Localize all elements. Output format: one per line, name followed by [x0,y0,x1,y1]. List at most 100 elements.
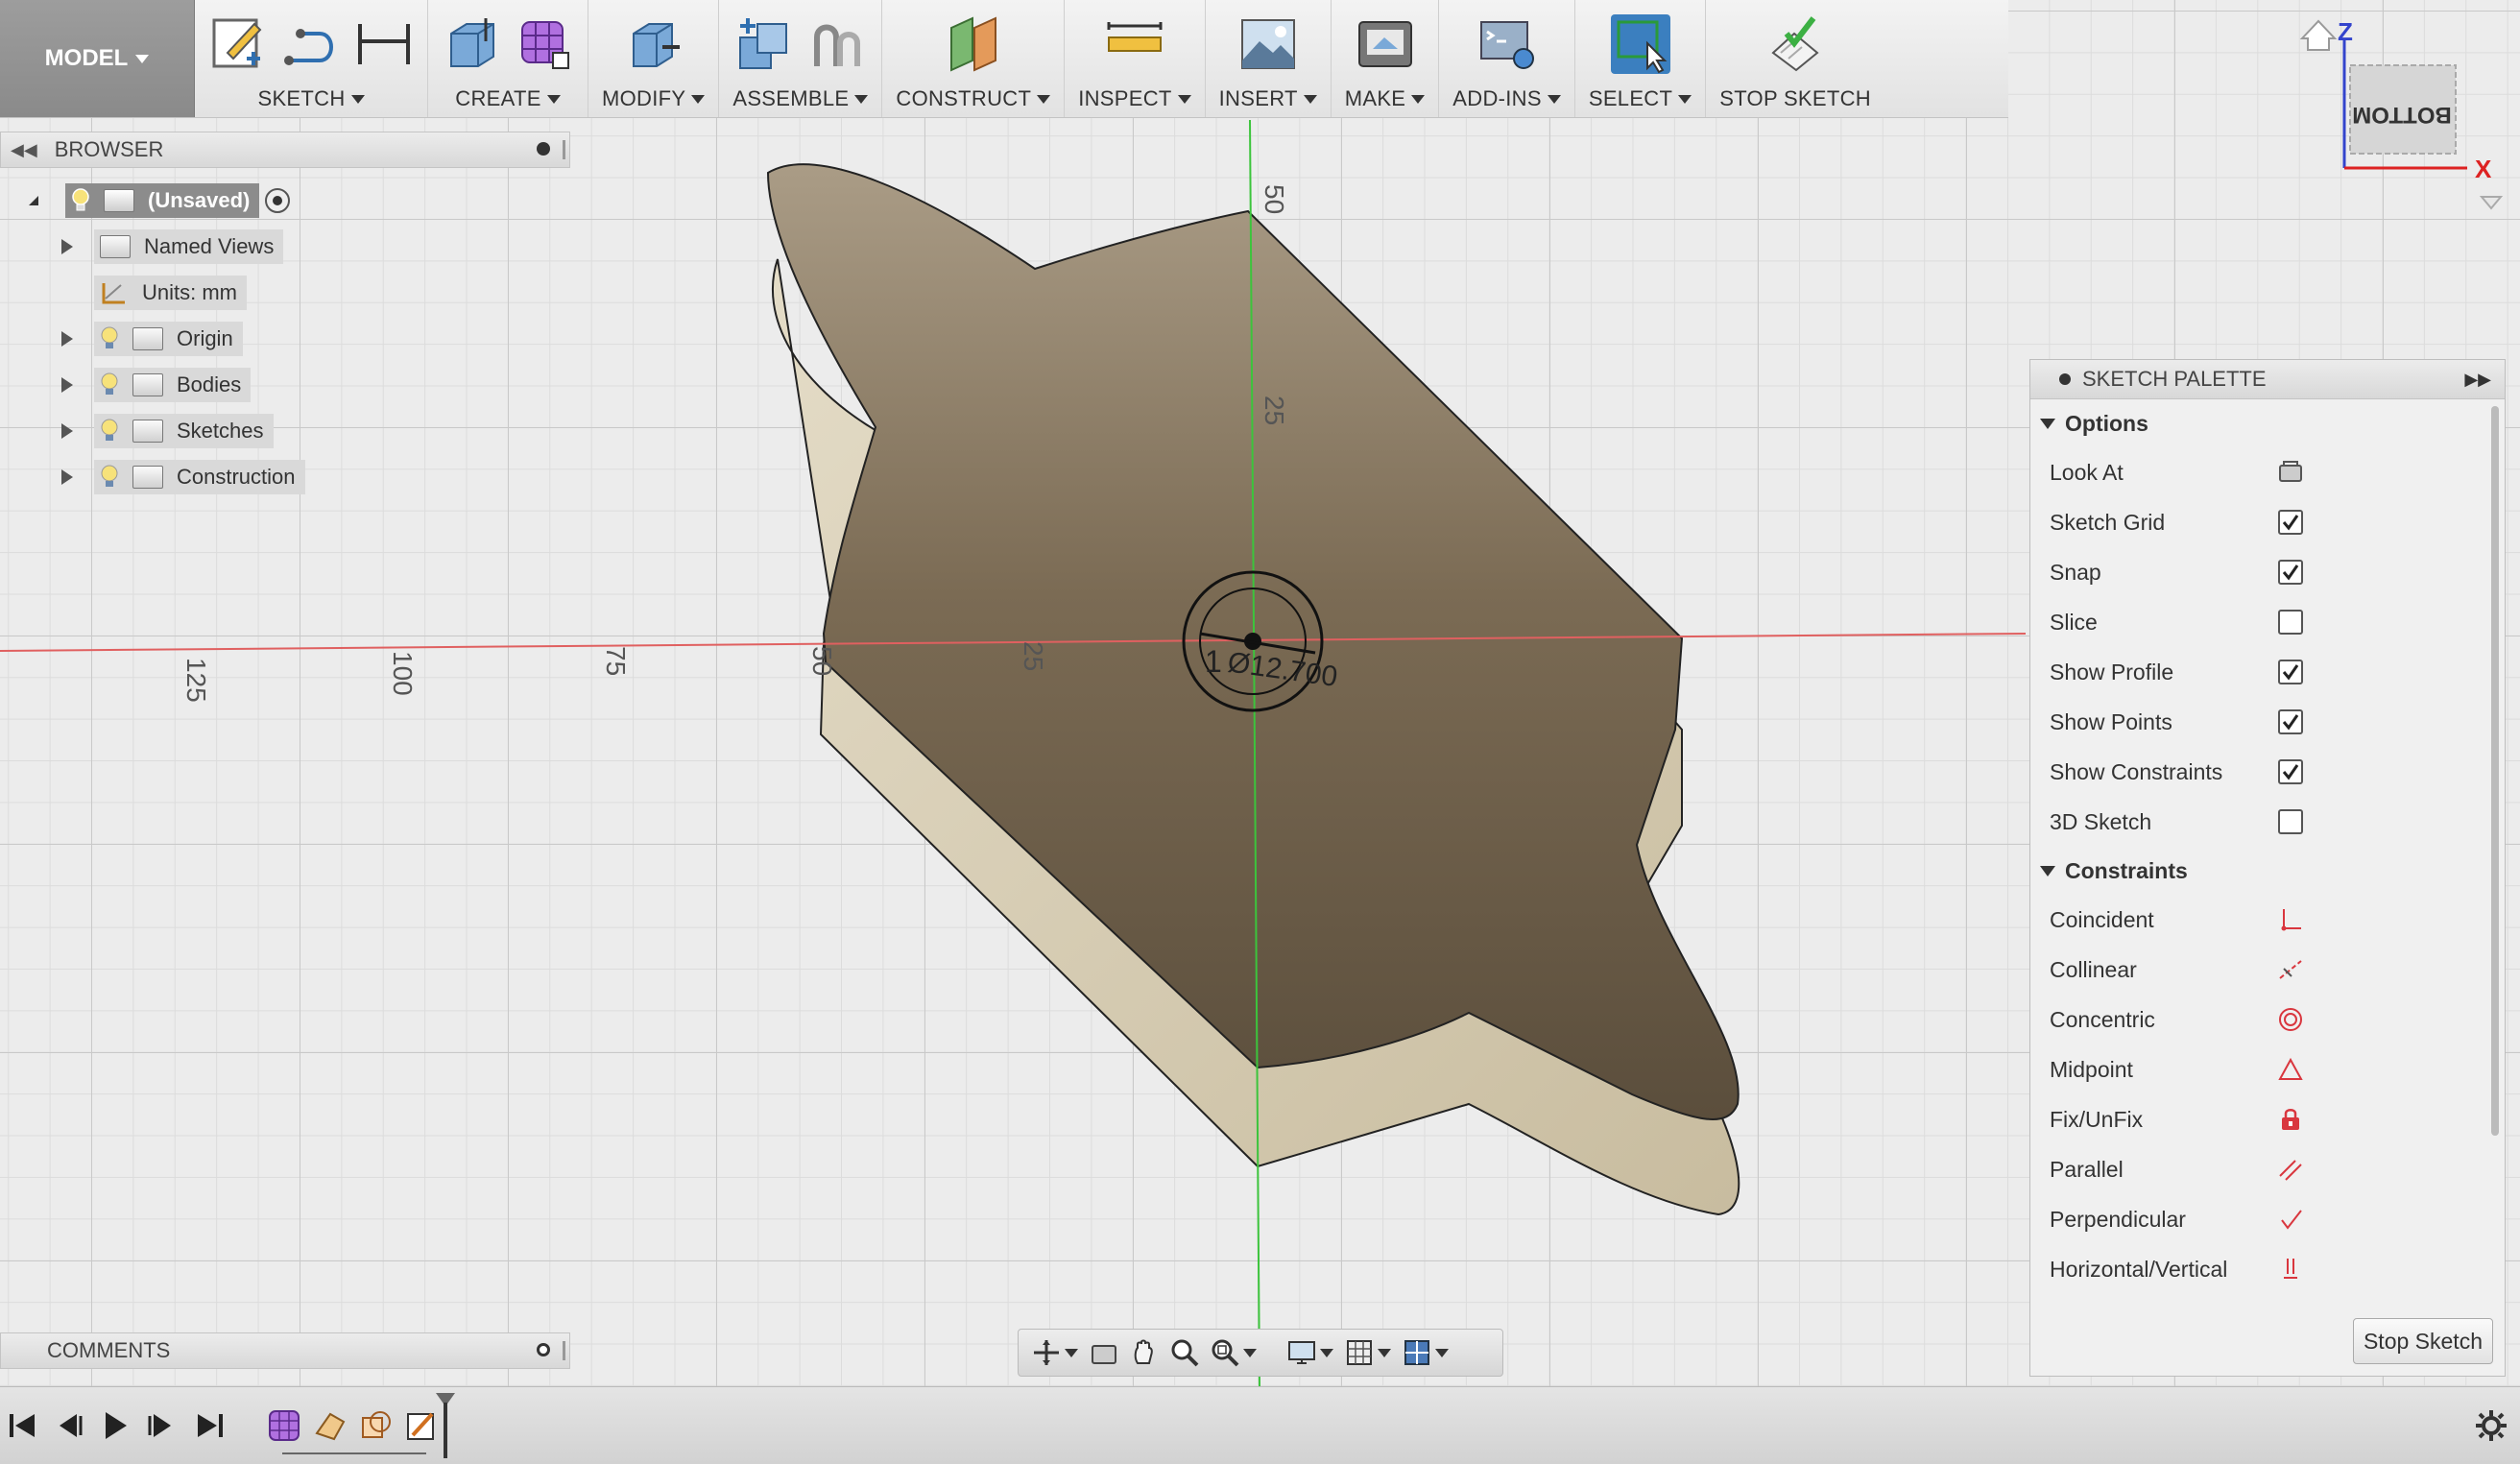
slice-checkbox[interactable] [2278,610,2303,635]
snap-checkbox[interactable] [2278,560,2303,585]
browser-item-origin[interactable]: Origin [61,321,243,357]
expand-arrow-icon[interactable] [61,423,73,439]
measure-icon[interactable] [1105,14,1164,74]
go-to-end-icon[interactable] [192,1408,227,1443]
options-section-header[interactable]: Options [2030,399,2505,447]
browser-item-bodies[interactable]: Bodies [61,367,252,403]
visibility-bulb-icon[interactable] [100,465,119,490]
select-icon[interactable] [1610,14,1670,74]
browser-root[interactable]: (Unsaved) [29,182,292,219]
dimension-tool-icon[interactable] [354,14,414,74]
workspace-switcher[interactable]: MODEL [0,0,195,117]
home-icon[interactable] [2299,19,2338,51]
browser-item-named-views[interactable]: Named Views [61,228,284,265]
option-show-profile[interactable]: Show Profile [2030,647,2505,697]
browser-item-units[interactable]: Units: mm [94,275,247,311]
expand-arrow-icon[interactable] [61,331,73,347]
extrude-icon[interactable] [442,14,501,74]
3d-sketch-checkbox[interactable] [2278,809,2303,834]
sketch-palette-header[interactable]: SKETCH PALETTE ▶▶ [2030,360,2505,399]
toolbar-group-addins[interactable]: ADD-INS [1439,0,1575,117]
joint-icon[interactable] [807,14,867,74]
3d-print-icon[interactable] [1356,14,1415,74]
toolbar-group-make[interactable]: MAKE [1332,0,1440,117]
timeline-settings-gear-icon[interactable] [2472,1406,2510,1445]
create-sketch-icon[interactable] [208,14,268,74]
chevron-down-icon[interactable] [1065,1348,1078,1357]
expand-arrow-icon[interactable] [29,196,38,205]
view-cube-face-label[interactable]: BOTTOM [2352,102,2452,128]
collinear-icon[interactable] [2278,957,2303,982]
pin-icon[interactable] [2059,373,2071,385]
chevron-down-icon[interactable] [1435,1348,1449,1357]
view-cube-menu-icon[interactable] [2479,196,2504,210]
comments-header[interactable]: COMMENTS [0,1332,570,1369]
browser-header[interactable]: ◀◀ BROWSER [0,132,570,168]
collapse-panel-icon[interactable]: ◀◀ [11,140,37,160]
browser-item-sketches[interactable]: Sketches [61,413,274,449]
perpendicular-icon[interactable] [2278,1207,2303,1232]
play-icon[interactable] [98,1408,132,1443]
horizontal-vertical-icon[interactable] [2278,1257,2303,1282]
dimension-prefix[interactable]: 1 [1205,644,1222,679]
new-component-icon[interactable] [734,14,794,74]
constraint-concentric[interactable]: Concentric [2030,995,2505,1044]
expand-arrow-icon[interactable] [61,239,73,254]
constraint-fix-unfix[interactable]: Fix/UnFix [2030,1094,2505,1144]
resize-handle[interactable] [563,140,565,159]
constraint-collinear[interactable]: Collinear [2030,945,2505,995]
browser-item-construction[interactable]: Construction [61,459,305,495]
zoom-icon[interactable] [1170,1338,1199,1367]
show-constraints-checkbox[interactable] [2278,759,2303,784]
option-sketch-grid[interactable]: Sketch Grid [2030,497,2505,547]
visibility-bulb-icon[interactable] [71,188,90,213]
chevron-down-icon[interactable] [1320,1348,1333,1357]
palette-scrollbar[interactable] [2491,406,2499,1136]
lock-icon[interactable] [2278,1107,2303,1132]
toolbar-group-create[interactable]: CREATE [428,0,588,117]
sketch-grid-checkbox[interactable] [2278,510,2303,535]
chevron-down-icon[interactable] [1243,1348,1257,1357]
toolbar-group-construct[interactable]: CONSTRUCT [882,0,1066,117]
resize-handle[interactable] [563,1341,565,1360]
look-at-icon[interactable] [2278,460,2303,485]
constraint-coincident[interactable]: Coincident [2030,895,2505,945]
toolbar-group-stop-sketch[interactable]: STOP SKETCH [1706,0,1884,117]
visibility-bulb-icon[interactable] [100,419,119,444]
constraint-parallel[interactable]: Parallel [2030,1144,2505,1194]
constraint-horizontal-vertical[interactable]: Horizontal/Vertical [2030,1244,2505,1294]
pin-icon[interactable] [537,142,550,156]
orbit-icon[interactable] [1032,1338,1061,1367]
toolbar-group-modify[interactable]: MODIFY [588,0,720,117]
stop-sketch-button[interactable]: Stop Sketch [2352,1318,2493,1364]
toolbar-group-inspect[interactable]: INSPECT [1065,0,1206,117]
timeline-form-icon[interactable] [267,1408,301,1443]
stop-sketch-icon[interactable] [1765,14,1825,74]
option-snap[interactable]: Snap [2030,547,2505,597]
option-3d-sketch[interactable]: 3D Sketch [2030,797,2505,847]
visibility-bulb-icon[interactable] [100,326,119,351]
line-tool-icon[interactable] [281,14,341,74]
option-look-at[interactable]: Look At [2030,447,2505,497]
option-show-constraints[interactable]: Show Constraints [2030,747,2505,797]
option-slice[interactable]: Slice [2030,597,2505,647]
display-settings-icon[interactable] [1287,1338,1316,1367]
constraints-section-header[interactable]: Constraints [2030,847,2505,895]
concentric-icon[interactable] [2278,1007,2303,1032]
insert-image-icon[interactable] [1238,14,1298,74]
toolbar-group-sketch[interactable]: SKETCH [195,0,428,117]
go-to-start-icon[interactable] [6,1408,40,1443]
look-at-icon[interactable] [1090,1338,1118,1367]
show-points-checkbox[interactable] [2278,709,2303,734]
parallel-icon[interactable] [2278,1157,2303,1182]
show-profile-checkbox[interactable] [2278,660,2303,684]
activate-radio-icon[interactable] [263,186,292,215]
visibility-bulb-icon[interactable] [100,372,119,397]
constraint-perpendicular[interactable]: Perpendicular [2030,1194,2505,1244]
option-show-points[interactable]: Show Points [2030,697,2505,747]
coincident-icon[interactable] [2278,907,2303,932]
chevron-down-icon[interactable] [1378,1348,1391,1357]
pan-icon[interactable] [1130,1338,1159,1367]
scripts-icon[interactable] [1477,14,1537,74]
add-comment-icon[interactable] [537,1343,550,1356]
